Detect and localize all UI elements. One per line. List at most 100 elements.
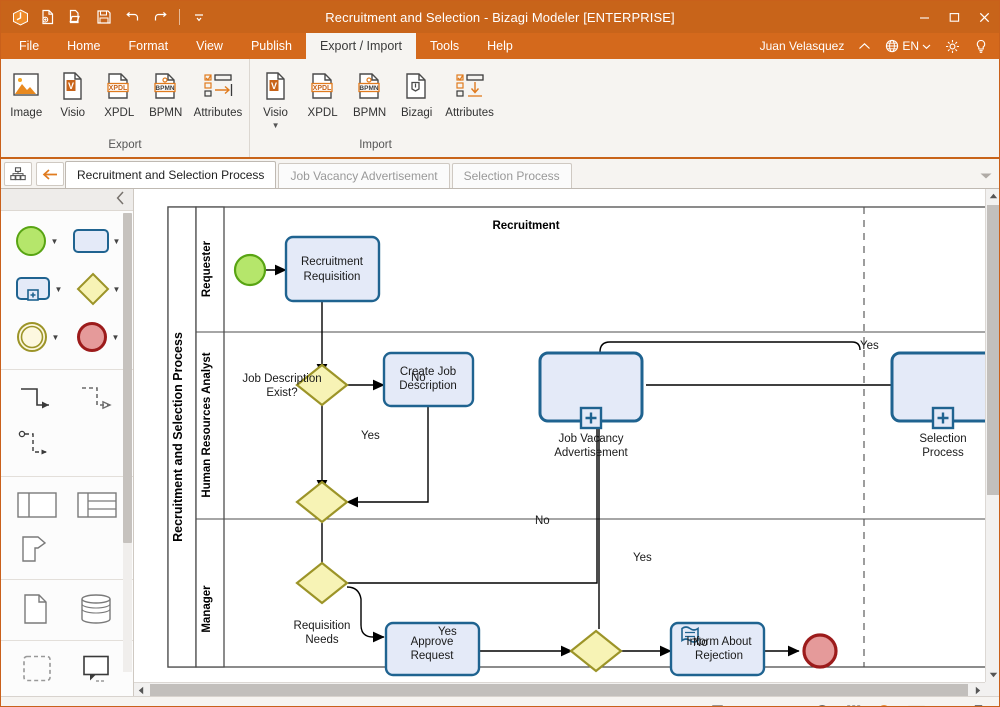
lightbulb-icon[interactable] [969, 35, 993, 57]
import-visio-button[interactable]: V Visio ▼ [252, 65, 299, 132]
ribbon-tab-publish[interactable]: Publish [237, 33, 306, 59]
end-event-shape[interactable]: ▼ [73, 318, 122, 356]
import-visio-label: Visio [263, 107, 288, 120]
close-button[interactable] [969, 1, 999, 33]
scroll-up-icon[interactable] [986, 189, 999, 203]
flow-label-yes-2: Yes [633, 552, 652, 564]
horizontal-scrollbar-thumb[interactable] [150, 684, 968, 696]
palette-section-events-activities: ▼ ▼ [1, 211, 133, 370]
ribbon-tab-help[interactable]: Help [473, 33, 527, 59]
flow-label-yes-4: Yes [438, 626, 457, 638]
undo-icon[interactable] [119, 4, 145, 30]
group-shape[interactable] [19, 652, 55, 686]
minimize-button[interactable] [909, 1, 939, 33]
gear-icon[interactable] [940, 35, 965, 57]
vertical-scrollbar-thumb[interactable] [987, 205, 999, 495]
diagram-map-icon[interactable] [967, 702, 989, 707]
svg-text:Request: Request [411, 650, 455, 662]
presentation-view-icon[interactable] [936, 702, 958, 707]
customize-qat-icon[interactable] [186, 4, 212, 30]
data-object-shape[interactable] [19, 591, 53, 627]
diagram-canvas-container: Recruitment and Selection Process Reques… [134, 189, 999, 696]
chevron-down-icon[interactable] [979, 172, 993, 182]
scroll-right-icon[interactable] [971, 683, 985, 696]
palette-scrollbar-thumb[interactable] [123, 213, 132, 543]
intermediate-event-shape[interactable]: ▼ [13, 318, 62, 356]
import-xpdl-button[interactable]: XPDL XPDL [299, 65, 346, 123]
ribbon-tab-tools[interactable]: Tools [416, 33, 473, 59]
data-store-shape[interactable] [77, 591, 115, 627]
svg-text:Description: Description [399, 380, 457, 392]
diagram-tab-recruitment-and-selection-process[interactable]: Recruitment and Selection Process [65, 161, 276, 188]
annotation-shape[interactable] [78, 652, 116, 686]
chevron-down-icon[interactable]: ▼ [113, 237, 121, 246]
palette-scroll-area: ▼ ▼ [1, 211, 133, 696]
language-selector[interactable]: EN [880, 35, 936, 57]
chevron-down-icon[interactable]: ▼ [52, 333, 60, 342]
chevron-left-icon[interactable] [116, 191, 125, 208]
canvas-horizontal-scrollbar[interactable] [134, 682, 985, 696]
chevron-down-icon[interactable]: ▼ [112, 333, 120, 342]
export-visio-button[interactable]: V Visio [49, 65, 95, 123]
user-name[interactable]: Juan Velasquez [755, 35, 850, 57]
visio-import-icon: V [261, 68, 291, 104]
canvas-vertical-scrollbar[interactable] [985, 189, 999, 682]
import-bpmn-button[interactable]: BPMN BPMN [346, 65, 393, 123]
node-end-event [804, 635, 836, 667]
export-image-button[interactable]: Image [3, 65, 49, 123]
app-logo-icon[interactable] [7, 4, 33, 30]
task-shape[interactable]: ▼ [70, 225, 123, 257]
node-task-approve-request: Approve Request [386, 623, 479, 675]
export-attributes-button[interactable]: Attributes [189, 65, 247, 123]
pool-shape[interactable] [14, 488, 60, 522]
maximize-button[interactable] [939, 1, 969, 33]
import-bizagi-button[interactable]: Bizagi [393, 65, 440, 123]
chevron-down-icon[interactable]: ▼ [113, 285, 121, 294]
start-event-shape[interactable]: ▼ [12, 222, 61, 260]
save-icon[interactable] [91, 4, 117, 30]
new-file-icon[interactable] [35, 4, 61, 30]
chevron-down-icon[interactable]: ▼ [272, 123, 280, 129]
subprocess-shape[interactable]: ▼ [12, 273, 65, 305]
association-connector[interactable] [15, 427, 63, 463]
import-bpmn-label: BPMN [353, 107, 386, 120]
import-attributes-button[interactable]: Attributes [440, 65, 499, 123]
diagram-canvas[interactable]: Recruitment and Selection Process Reques… [134, 189, 985, 682]
bpmn-import-icon: BPMN [355, 68, 385, 104]
bpmn-diagram: Recruitment and Selection Process Reques… [134, 189, 985, 682]
palette-scrollbar[interactable] [123, 213, 132, 672]
message-flow-connector[interactable] [74, 381, 120, 417]
chevron-down-icon[interactable]: ▼ [51, 237, 59, 246]
svg-text:Needs: Needs [305, 634, 338, 646]
chevron-down-icon[interactable]: ▼ [55, 285, 63, 294]
ribbon-tab-home[interactable]: Home [53, 33, 114, 59]
open-folder-icon[interactable] [63, 4, 89, 30]
gateway-shape[interactable]: ▼ [74, 270, 123, 308]
sequence-flow-connector[interactable] [14, 381, 60, 417]
milestone-shape[interactable] [17, 532, 51, 566]
export-image-label: Image [10, 107, 42, 120]
ribbon-tab-view[interactable]: View [182, 33, 237, 59]
scroll-left-icon[interactable] [134, 683, 148, 696]
redo-icon[interactable] [147, 4, 173, 30]
zoom-region-icon[interactable] [905, 702, 927, 707]
fit-to-window-icon[interactable] [843, 702, 865, 707]
ribbon-tab-format[interactable]: Format [115, 33, 183, 59]
export-xpdl-button[interactable]: XPDL XPDL [96, 65, 142, 123]
svg-text:Exist?: Exist? [266, 387, 297, 399]
back-arrow-icon[interactable] [36, 162, 64, 186]
diagram-view-icon[interactable] [4, 162, 32, 186]
chevron-up-icon[interactable] [853, 35, 876, 57]
diagram-tab-selection-process[interactable]: Selection Process [452, 163, 572, 188]
ribbon-tab-bar: File Home Format View Publish Export / I… [1, 33, 999, 59]
ribbon-tab-file[interactable]: File [5, 33, 53, 59]
export-bpmn-button[interactable]: BPMN BPMN [142, 65, 188, 123]
lane-shape[interactable] [74, 488, 120, 522]
zoom-to-selection-icon[interactable] [812, 702, 834, 707]
ribbon-tab-export-import[interactable]: Export / Import [306, 33, 416, 59]
diagram-tab-job-vacancy-advertisement[interactable]: Job Vacancy Advertisement [278, 163, 449, 188]
visio-export-icon: V [58, 68, 88, 104]
scroll-down-icon[interactable] [986, 668, 999, 682]
zoom-in-icon[interactable] [874, 702, 896, 707]
import-xpdl-label: XPDL [308, 107, 338, 120]
